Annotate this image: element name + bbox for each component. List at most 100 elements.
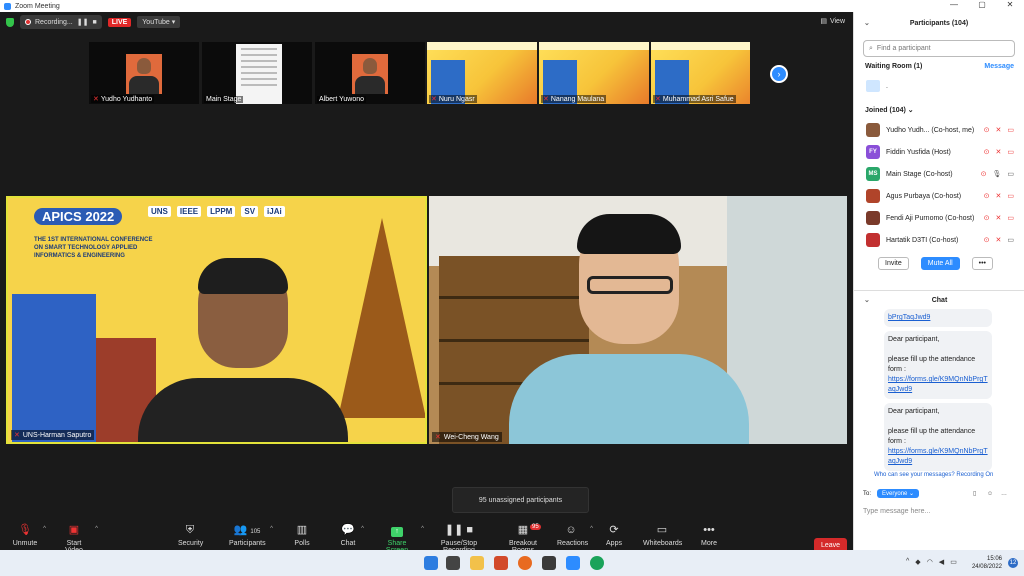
stop-icon[interactable]: ■ — [92, 19, 96, 26]
notes-icon[interactable] — [542, 556, 556, 570]
recording-indicator[interactable]: Recording... ❚❚ ■ — [20, 15, 102, 29]
reactions-button[interactable]: ☺ Reactions ^ — [557, 524, 593, 547]
zoom-icon[interactable] — [566, 556, 580, 570]
chat-section: ⌄ Chat bPrgTaqJwd9 Dear participant, ple… — [854, 290, 1024, 550]
participant-row[interactable]: Agus Purbaya (Co-host) ⊙ ✕ ▭ — [854, 185, 1024, 207]
shared-document-preview — [236, 44, 282, 104]
chevron-up-icon[interactable]: ^ — [361, 526, 364, 532]
thumbnail-tile[interactable]: Main Stage — [202, 42, 312, 104]
participant-name: Main Stage (Co-host) — [886, 170, 953, 178]
chevron-up-icon[interactable]: ^ — [270, 526, 273, 532]
chevron-down-icon[interactable]: ⌄ — [864, 19, 870, 27]
who-can-see-link[interactable]: Who can see your messages? Recording On — [874, 472, 993, 478]
volume-icon[interactable]: ◀ — [939, 558, 944, 566]
thumbnail-name: ✕ Nuru Ngasr — [429, 95, 477, 103]
thumbnail-tile[interactable]: ✕ Muhammad Asri Safue — [651, 42, 750, 104]
powerpoint-icon[interactable] — [494, 556, 508, 570]
record-dot-icon — [25, 19, 31, 25]
maximize-button[interactable]: ▢ — [968, 0, 996, 9]
chevron-down-icon[interactable]: ⌄ — [864, 296, 870, 304]
file-icon[interactable]: ▯ — [973, 490, 976, 497]
dropbox-icon[interactable]: ◆ — [915, 558, 920, 566]
notification-badge[interactable]: 12 — [1008, 558, 1018, 568]
next-page-button[interactable]: › — [770, 65, 788, 83]
more-icon: ••• — [703, 524, 715, 536]
firefox-icon[interactable] — [518, 556, 532, 570]
more-icon[interactable]: … — [1001, 491, 1007, 497]
participant-status-icons: ⊙ ✕ ▭ — [984, 236, 1014, 244]
mic-icon: 🎙 — [992, 171, 1002, 178]
chat-link[interactable]: https://forms.gle/K9MQnNbPrgTaqJwd9 — [888, 448, 988, 465]
chat-messages[interactable]: bPrgTaqJwd9 Dear participant, please fil… — [854, 309, 1024, 471]
live-badge[interactable]: LIVE — [107, 17, 132, 27]
waiting-participant[interactable]: . — [866, 80, 1024, 92]
search-placeholder: Find a participant — [876, 45, 931, 52]
chevron-up-icon[interactable]: ^ — [906, 558, 909, 566]
start-icon[interactable] — [424, 556, 438, 570]
recipient-dropdown[interactable]: Everyone ⌄ — [877, 489, 920, 498]
invite-button[interactable]: Invite — [878, 257, 909, 270]
chat-link[interactable]: bPrgTaqJwd9 — [888, 314, 930, 321]
avatar — [866, 211, 880, 225]
more-button[interactable]: ••• More — [700, 524, 718, 547]
chat-header: ⌄ Chat — [854, 291, 1024, 309]
speaker-video[interactable]: ✕ Wei-Cheng Wang — [429, 196, 847, 444]
system-tray: ^ ◆ ◠ ◀ ▭ — [906, 558, 957, 566]
thumbnail-tile[interactable]: Albert Yuwono — [315, 42, 425, 104]
file-explorer-icon[interactable] — [470, 556, 484, 570]
view-button[interactable]: ▤ View — [820, 17, 845, 26]
chat-link[interactable]: https://forms.gle/K9MQnNbPrgTaqJwd9 — [888, 376, 988, 393]
security-button[interactable]: ⛨ Security — [178, 524, 203, 547]
mute-all-button[interactable]: Mute All — [920, 257, 960, 270]
waiting-room-header[interactable]: Waiting Room (1) Message — [854, 57, 1024, 70]
polls-button[interactable]: ▥ Polls — [294, 524, 310, 547]
participant-search[interactable]: ⌕ Find a participant — [863, 40, 1015, 57]
participant-row[interactable]: Hartatik D3TI (Co-host) ⊙ ✕ ▭ — [854, 229, 1024, 251]
apps-button[interactable]: ⟳ Apps — [606, 524, 622, 547]
participant-row[interactable]: Fendi Aji Purnomo (Co-host) ⊙ ✕ ▭ — [854, 207, 1024, 229]
close-button[interactable]: ✕ — [996, 0, 1024, 9]
youtube-dropdown[interactable]: YouTube ▾ — [137, 16, 181, 28]
clock[interactable]: 15:06 24/08/2022 — [972, 555, 1002, 571]
muted-mic-icon: ✕ — [995, 149, 1002, 156]
participant-row[interactable]: MS Main Stage (Co-host) ⊙ 🎙 ▭ — [854, 163, 1024, 185]
unmute-button[interactable]: 🎙 Unmute ^ — [12, 524, 46, 547]
avatar: MS — [866, 167, 880, 181]
chat-input[interactable]: Type message here... — [863, 508, 930, 515]
thumbnail-tile[interactable]: ✕ Nanang Maulana — [539, 42, 649, 104]
message-button[interactable]: Message — [984, 63, 1014, 70]
chevron-up-icon[interactable]: ^ — [95, 526, 98, 532]
search-icon[interactable] — [446, 556, 460, 570]
emoji-icon[interactable]: ☺ — [987, 491, 993, 497]
chevron-up-icon[interactable]: ^ — [590, 526, 593, 532]
active-speaker-video[interactable]: UNS IEEE LPPM SV iJAi APICS 2022 THE 1ST INT… — [6, 196, 427, 444]
speaker-name: ✕ Wei-Cheng Wang — [432, 432, 502, 442]
participant-actions: Invite Mute All ••• — [854, 251, 1024, 270]
window-controls: — ▢ ✕ — [940, 0, 1024, 9]
whiteboards-button[interactable]: ▭ Whiteboards — [643, 524, 682, 547]
joined-header[interactable]: Joined (104) ⌄ — [854, 92, 1024, 114]
thumbnail-tile[interactable]: ✕ Yudho Yudhanto — [89, 42, 199, 104]
more-options-button[interactable]: ••• — [971, 257, 993, 270]
view-label: View — [829, 17, 845, 25]
windows-taskbar: ^ ◆ ◠ ◀ ▭ 15:06 24/08/2022 12 — [0, 550, 1024, 576]
wifi-icon[interactable]: ◠ — [927, 558, 933, 566]
participant-row[interactable]: FY Fiddin Yusfida (Host) ⊙ ✕ ▭ — [854, 141, 1024, 163]
search-icon: ⌕ — [869, 44, 873, 52]
edge-icon[interactable] — [590, 556, 604, 570]
pause-icon[interactable]: ❚❚ — [77, 18, 89, 26]
chevron-up-icon[interactable]: ^ — [421, 526, 424, 532]
participants-button[interactable]: 👥 105 Participants ^ — [229, 524, 273, 547]
battery-icon[interactable]: ▭ — [950, 558, 957, 566]
security-shield-icon[interactable] — [6, 17, 14, 27]
participant-row[interactable]: Yudho Yudh... (Co-host, me) ⊙ ✕ ▭ — [854, 119, 1024, 141]
video-off-icon: ▭ — [1007, 127, 1014, 134]
chevron-up-icon[interactable]: ^ — [43, 526, 46, 532]
recording-label: Recording... — [35, 18, 73, 26]
chat-button[interactable]: 💬 Chat ^ — [340, 524, 364, 547]
apps-icon: ⟳ — [609, 524, 619, 536]
minimize-button[interactable]: — — [940, 0, 968, 9]
thumbnail-tile[interactable]: ✕ Nuru Ngasr — [427, 42, 537, 104]
waiting-room-label: Waiting Room (1) — [865, 63, 923, 70]
speaker-figure — [509, 214, 749, 444]
